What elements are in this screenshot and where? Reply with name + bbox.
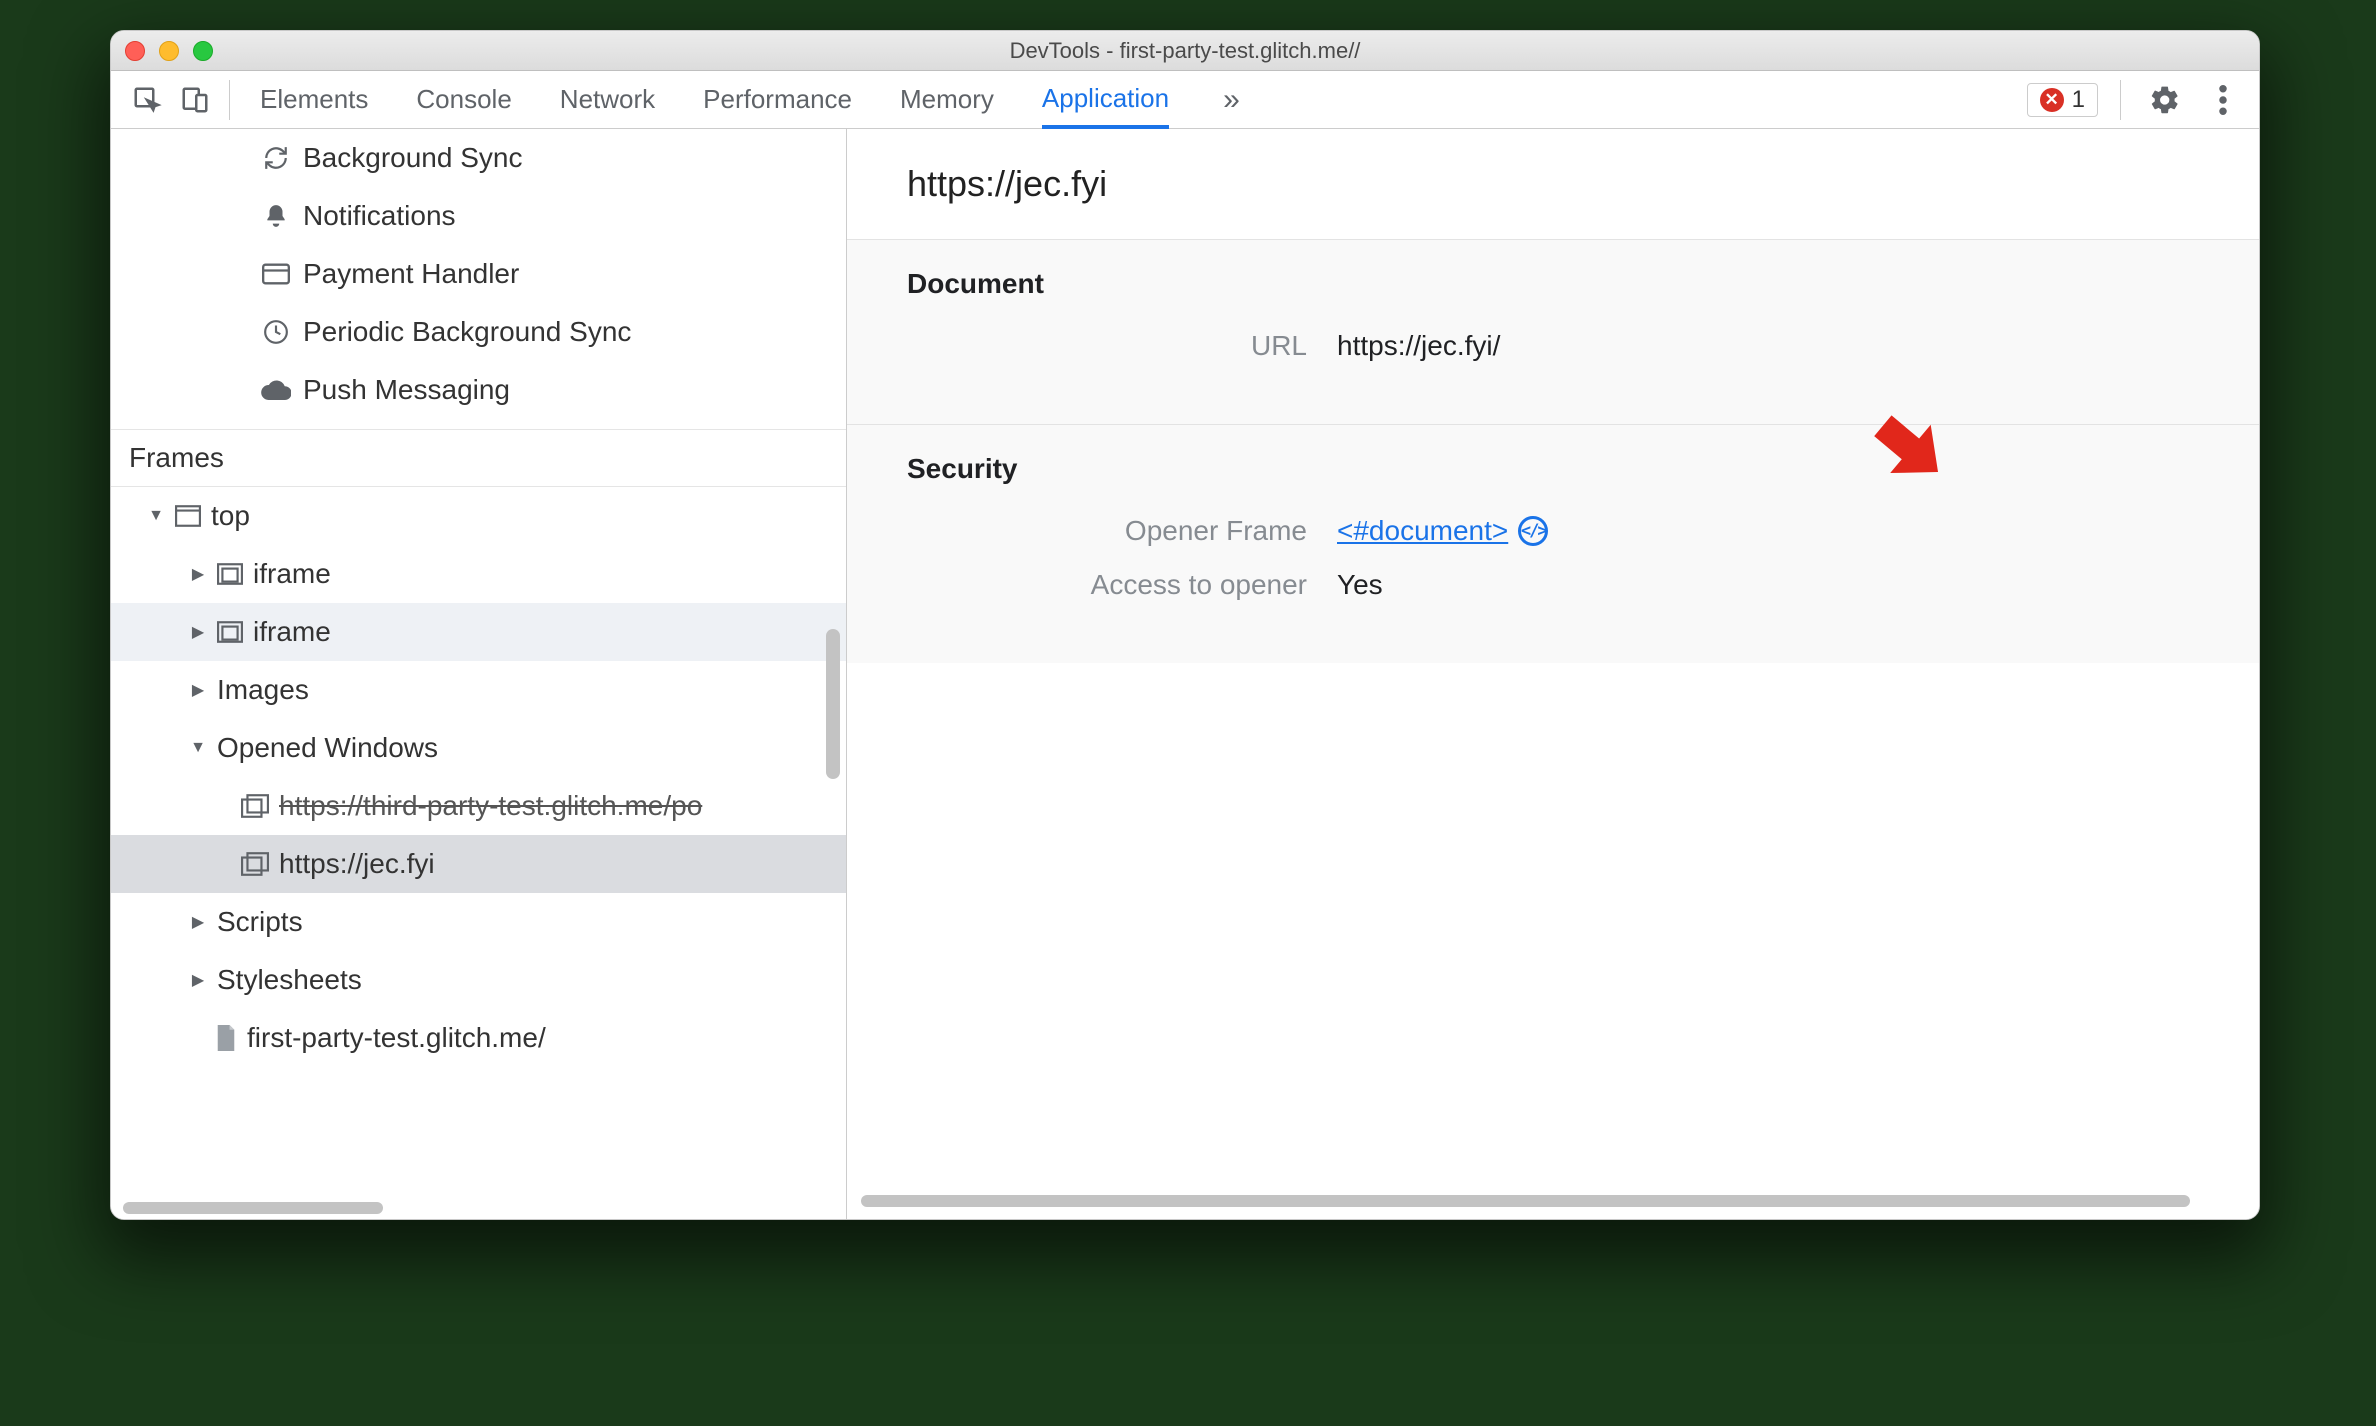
- access-label: Access to opener: [907, 569, 1337, 601]
- tree-label: Scripts: [217, 906, 303, 938]
- sidebar-item-label: Payment Handler: [303, 258, 519, 290]
- tab-network[interactable]: Network: [560, 71, 655, 128]
- tab-console[interactable]: Console: [416, 71, 511, 128]
- sidebar-item-label: Periodic Background Sync: [303, 316, 631, 348]
- url-value: https://jec.fyi/: [1337, 330, 1500, 362]
- sidebar-scrollbar-vertical[interactable]: [820, 129, 846, 1199]
- windows-icon: [241, 852, 269, 876]
- sync-icon: [261, 145, 291, 171]
- window-icon: [175, 505, 201, 527]
- tab-application[interactable]: Application: [1042, 72, 1169, 129]
- iframe-icon: [217, 563, 243, 585]
- tree-label: iframe: [253, 616, 331, 648]
- windows-icon: [241, 794, 269, 818]
- tab-memory[interactable]: Memory: [900, 71, 994, 128]
- caret-right-icon[interactable]: [189, 912, 207, 932]
- toolbar-separator: [229, 80, 230, 120]
- sidebar-scrollbar-horizontal[interactable]: [111, 1197, 820, 1219]
- application-sidebar: Background Sync Notifications Payment Ha…: [111, 129, 847, 1219]
- clock-icon: [261, 319, 291, 345]
- content-scrollbar-horizontal[interactable]: [861, 1195, 2245, 1213]
- bell-icon: [261, 203, 291, 229]
- inspect-element-icon[interactable]: [125, 78, 169, 122]
- tree-item-scripts[interactable]: Scripts: [111, 893, 846, 951]
- sidebar-item-label: Notifications: [303, 200, 456, 232]
- sidebar-item-payment-handler[interactable]: Payment Handler: [111, 245, 846, 303]
- error-count: 1: [2072, 86, 2085, 114]
- tree-label: https://jec.fyi: [279, 848, 435, 880]
- tree-item-images[interactable]: Images: [111, 661, 846, 719]
- tree-item-top[interactable]: top: [111, 487, 846, 545]
- sidebar-item-label: Background Sync: [303, 142, 522, 174]
- tree-label: https://third-party-test.glitch.me/po: [279, 790, 702, 822]
- opener-frame-link[interactable]: <#document>: [1337, 515, 1508, 547]
- caret-down-icon[interactable]: [147, 507, 165, 525]
- devtools-toolbar: Elements Console Network Performance Mem…: [111, 71, 2259, 129]
- devtools-tabs: Elements Console Network Performance Mem…: [260, 71, 1246, 128]
- sidebar-item-background-sync[interactable]: Background Sync: [111, 129, 846, 187]
- tree-label: top: [211, 500, 250, 532]
- section-heading: Document: [907, 268, 2199, 300]
- document-icon: [215, 1025, 237, 1051]
- tree-item-opened-window[interactable]: https://third-party-test.glitch.me/po: [111, 777, 846, 835]
- tree-item-opened-windows[interactable]: Opened Windows: [111, 719, 846, 777]
- tree-label: Images: [217, 674, 309, 706]
- tree-item-iframe[interactable]: iframe: [111, 545, 846, 603]
- iframe-icon: [217, 621, 243, 643]
- tree-label: Opened Windows: [217, 732, 438, 764]
- kebab-menu-icon[interactable]: [2201, 78, 2245, 122]
- cloud-icon: [261, 380, 291, 400]
- frame-title: https://jec.fyi: [847, 129, 2259, 239]
- caret-right-icon[interactable]: [189, 970, 207, 990]
- caret-right-icon[interactable]: [189, 622, 207, 642]
- access-to-opener-row: Access to opener Yes: [907, 569, 2199, 601]
- url-label: URL: [907, 330, 1337, 362]
- tree-label: first-party-test.glitch.me/: [247, 1022, 546, 1054]
- sidebar-item-periodic-bg-sync[interactable]: Periodic Background Sync: [111, 303, 846, 361]
- document-section: Document URL https://jec.fyi/: [847, 239, 2259, 424]
- opener-frame-label: Opener Frame: [907, 515, 1337, 547]
- more-tabs-button[interactable]: »: [1217, 83, 1246, 117]
- credit-card-icon: [261, 263, 291, 285]
- error-badge[interactable]: ✕ 1: [2027, 83, 2098, 117]
- devtools-window: DevTools - first-party-test.glitch.me// …: [110, 30, 2260, 1220]
- error-icon: ✕: [2040, 88, 2064, 112]
- tree-item-document[interactable]: first-party-test.glitch.me/: [111, 1009, 846, 1067]
- tree-label: iframe: [253, 558, 331, 590]
- main-content: Background Sync Notifications Payment Ha…: [111, 129, 2259, 1219]
- caret-right-icon[interactable]: [189, 564, 207, 584]
- tree-item-opened-window-selected[interactable]: https://jec.fyi: [111, 835, 846, 893]
- tree-item-stylesheets[interactable]: Stylesheets: [111, 951, 846, 1009]
- settings-gear-icon[interactable]: [2143, 78, 2187, 122]
- caret-down-icon[interactable]: [189, 739, 207, 757]
- reveal-in-elements-icon[interactable]: [1518, 516, 1548, 546]
- url-row: URL https://jec.fyi/: [907, 330, 2199, 362]
- frames-tree: top iframe iframe: [111, 487, 846, 1067]
- frame-details-panel: https://jec.fyi Document URL https://jec…: [847, 129, 2259, 1219]
- titlebar: DevTools - first-party-test.glitch.me//: [111, 31, 2259, 71]
- sidebar-item-label: Push Messaging: [303, 374, 510, 406]
- tree-label: Stylesheets: [217, 964, 362, 996]
- tab-elements[interactable]: Elements: [260, 71, 368, 128]
- device-toolbar-icon[interactable]: [173, 78, 217, 122]
- window-title: DevTools - first-party-test.glitch.me//: [111, 38, 2259, 64]
- toolbar-separator: [2120, 80, 2121, 120]
- section-heading: Security: [907, 453, 2199, 485]
- tab-performance[interactable]: Performance: [703, 71, 852, 128]
- access-value: Yes: [1337, 569, 1383, 601]
- opener-frame-row: Opener Frame <#document>: [907, 515, 2199, 547]
- sidebar-heading-frames: Frames: [111, 429, 846, 487]
- caret-right-icon[interactable]: [189, 680, 207, 700]
- tree-item-iframe[interactable]: iframe: [111, 603, 846, 661]
- security-section: Security Opener Frame <#document> Access…: [847, 424, 2259, 663]
- sidebar-item-push-messaging[interactable]: Push Messaging: [111, 361, 846, 419]
- sidebar-item-notifications[interactable]: Notifications: [111, 187, 846, 245]
